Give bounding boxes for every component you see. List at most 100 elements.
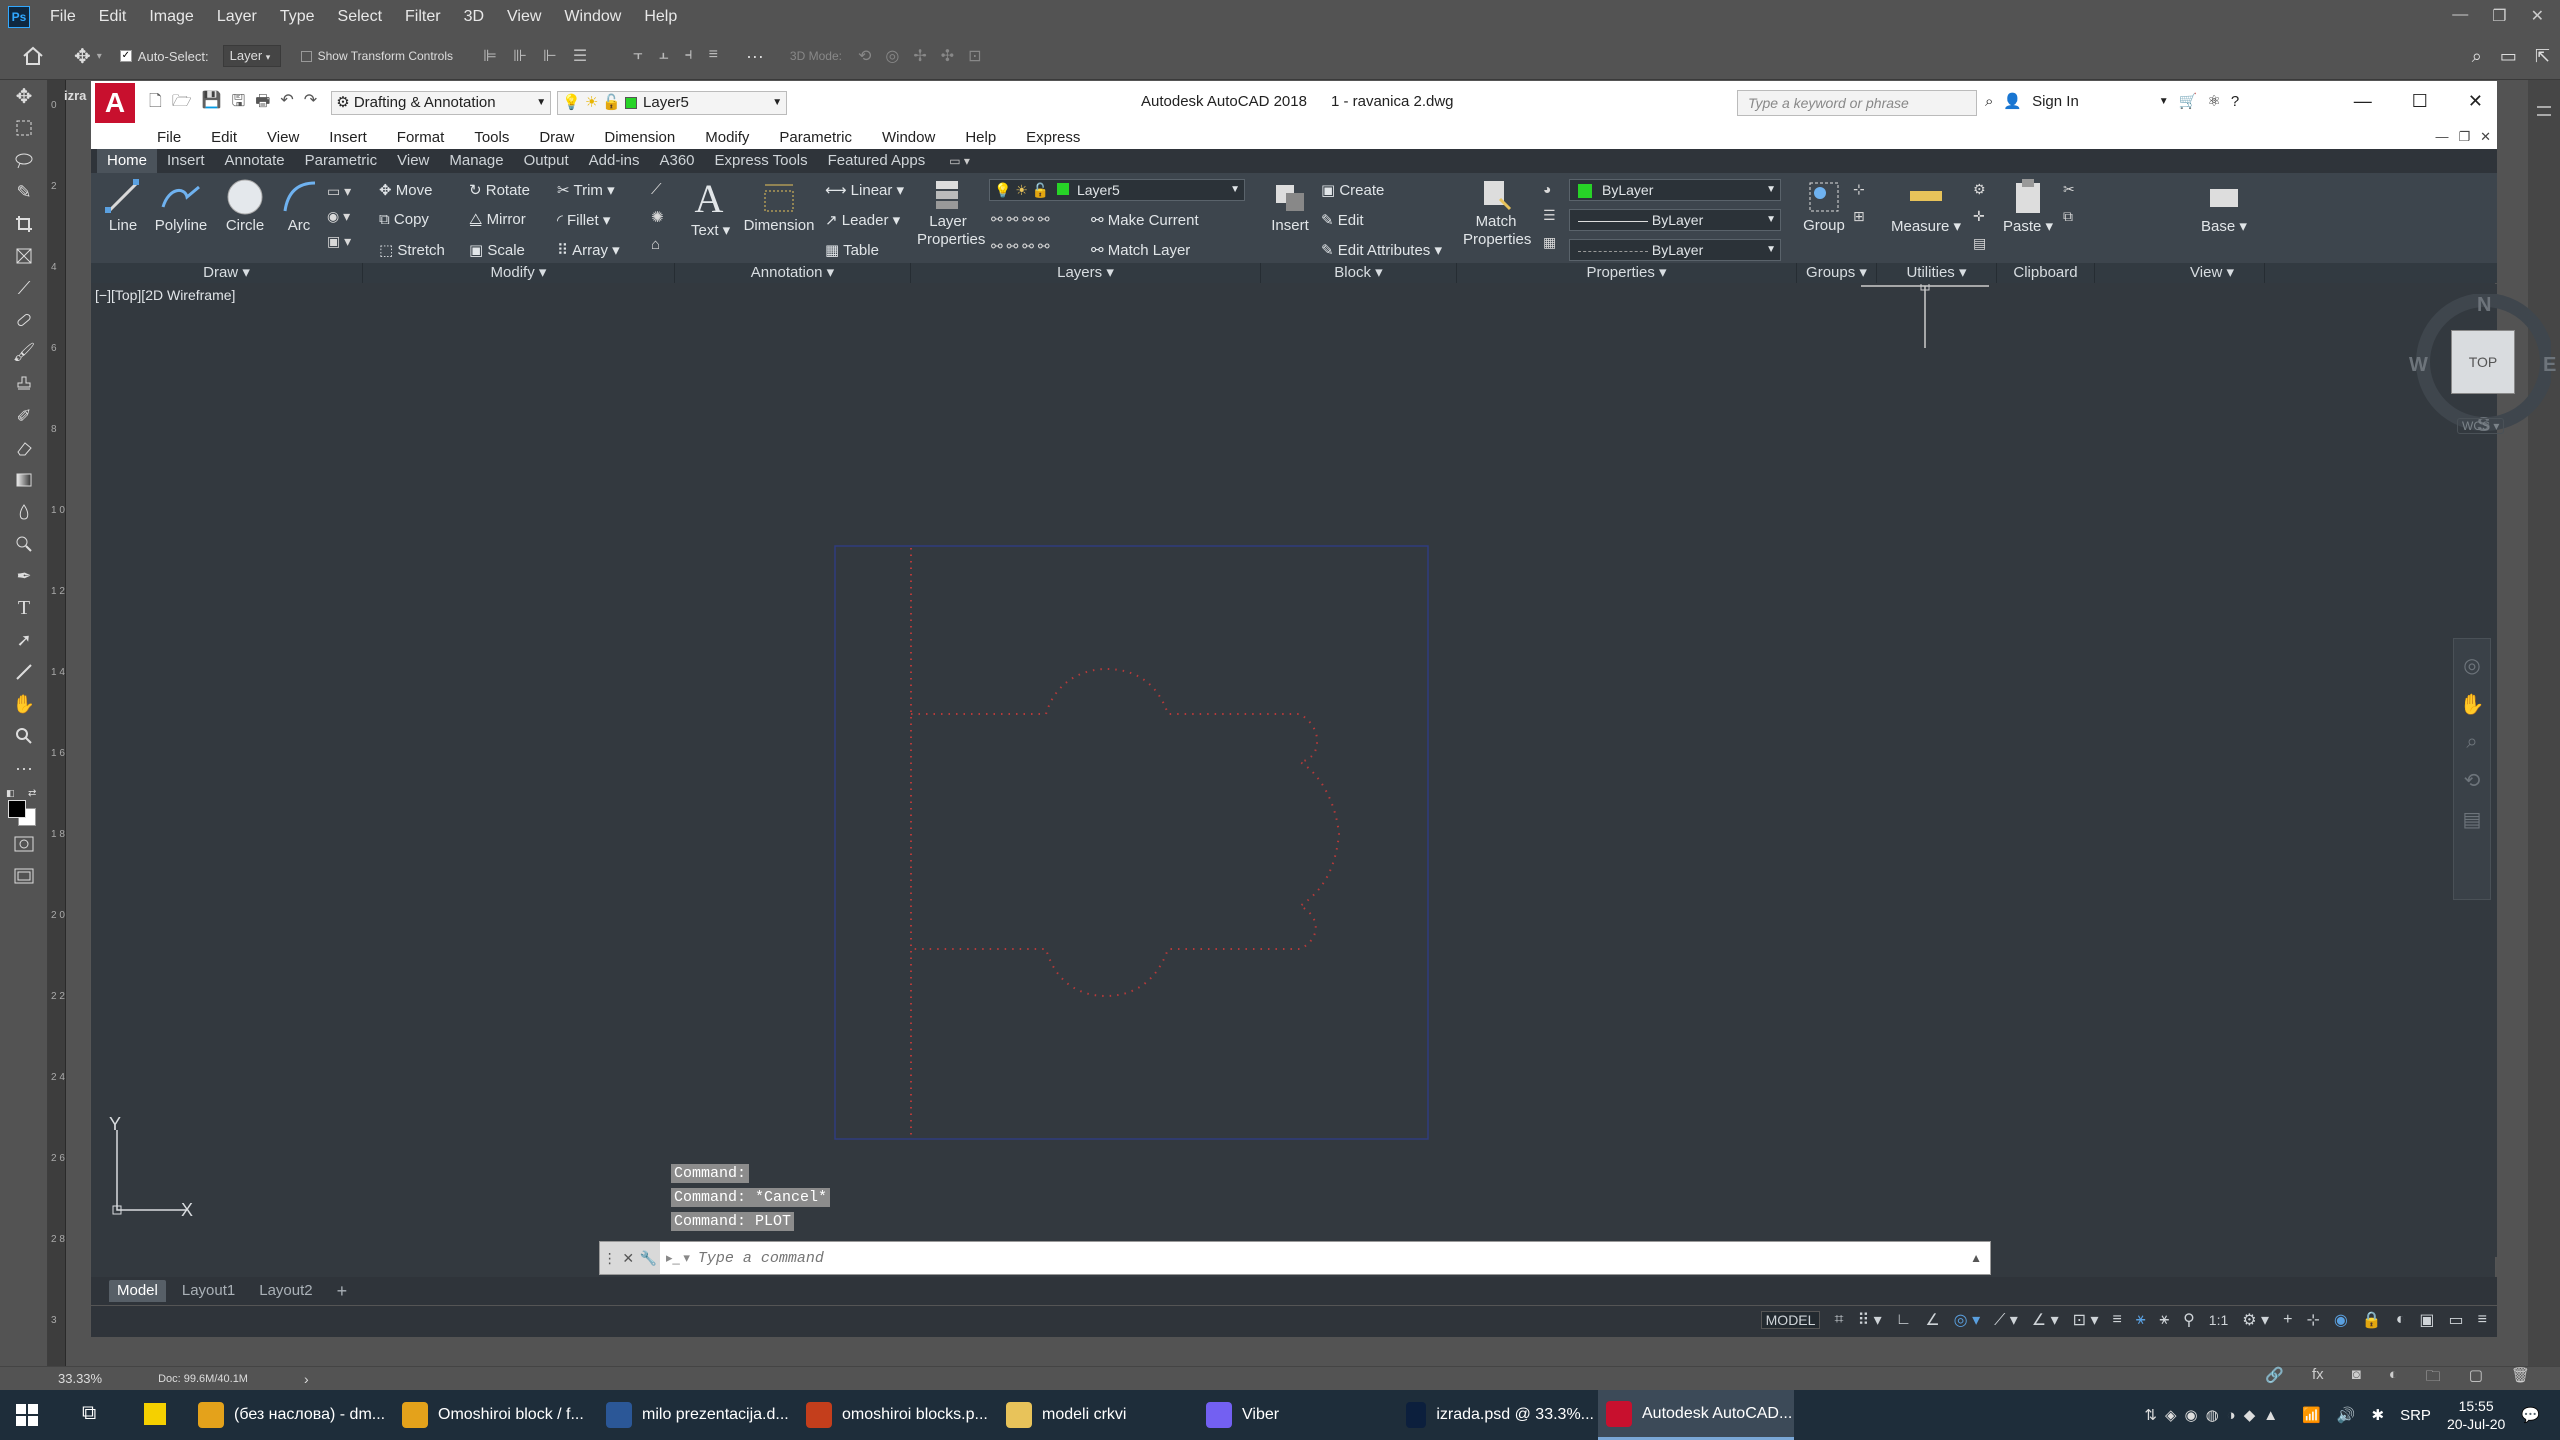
tab-a360[interactable]: A360 <box>649 149 704 173</box>
table-button[interactable]: ▦ Table <box>825 241 879 259</box>
clock[interactable]: 15:55 20-Jul-20 <box>2447 1397 2505 1433</box>
units-icon[interactable]: ⊹ <box>2306 1310 2319 1330</box>
distribute-icon[interactable]: ☰ <box>573 46 587 66</box>
tab-layout2[interactable]: Layout2 <box>251 1280 320 1302</box>
command-history-toggle-icon[interactable]: ▲ <box>1970 1251 1982 1265</box>
viewcube[interactable]: N S W E TOP WCS ▾ <box>2311 294 2556 514</box>
align-left-icon[interactable]: ⊫ <box>483 46 497 66</box>
align-top-icon[interactable]: ⫟ <box>633 46 643 66</box>
tab-insert[interactable]: Insert <box>157 149 215 173</box>
make-current-button[interactable]: ⚯ Make Current <box>1091 211 1199 229</box>
ps-menu-help[interactable]: Help <box>644 8 677 26</box>
ps-menu-filter[interactable]: Filter <box>405 8 441 26</box>
ps-menu-3d[interactable]: 3D <box>464 8 484 26</box>
layer-isolate-icons[interactable]: ⚯ ⚯ ⚯ ⚯ <box>991 211 1050 228</box>
wcs-menu[interactable]: WCS ▾ <box>2457 418 2505 434</box>
array-button[interactable]: ⠿ Array ▾ <box>557 241 620 259</box>
3d-orbit-icon[interactable]: ⟲ <box>858 46 871 66</box>
gradient-icon[interactable] <box>0 464 48 496</box>
base-view-button[interactable]: Base ▾ <box>2201 177 2247 235</box>
path-select-icon[interactable]: ➚ <box>0 624 48 656</box>
grip-icon[interactable]: ⋮ <box>603 1250 617 1267</box>
brush-icon[interactable]: 🖌 <box>0 336 48 368</box>
polyline-button[interactable]: Polyline <box>147 177 215 234</box>
taskbar-app[interactable]: modeli crkvi <box>998 1390 1194 1440</box>
eyedropper-icon[interactable]: ⟋ <box>0 272 48 304</box>
ps-fx-icon[interactable]: fx <box>2312 1366 2324 1391</box>
acad-menu-view[interactable]: View <box>267 129 299 146</box>
offset-icon[interactable]: ⌂ <box>651 236 664 253</box>
notification-icon[interactable]: 💬 <box>2521 1406 2540 1424</box>
3d-slide-icon[interactable]: ✣ <box>941 46 954 66</box>
pan-icon[interactable]: ✋ <box>2460 692 2485 717</box>
command-input[interactable] <box>697 1244 1971 1272</box>
edit-toolbar-icon[interactable]: ··· <box>0 752 48 784</box>
taskbar-app[interactable]: milo prezentacija.d... <box>598 1390 794 1440</box>
close-command-icon[interactable]: ✕ <box>622 1250 634 1267</box>
quick-mask-icon[interactable] <box>0 828 48 860</box>
match-layer-button[interactable]: ⚯ Match Layer <box>1091 241 1190 259</box>
ps-menu-layer[interactable]: Layer <box>217 8 257 26</box>
ortho-icon[interactable]: ∠ <box>1925 1310 1939 1330</box>
add-icon[interactable]: + <box>2283 1311 2292 1329</box>
acad-menu-window[interactable]: Window <box>882 129 935 146</box>
hand-icon[interactable]: ✋ <box>0 688 48 720</box>
new-file-icon[interactable]: 🗋 <box>149 90 162 117</box>
clean-screen-icon[interactable]: ▭ <box>2449 1310 2464 1330</box>
acad-menu-help[interactable]: Help <box>965 129 996 146</box>
explode-icon[interactable]: ✺ <box>651 208 664 226</box>
sign-in-button[interactable]: Sign In <box>2032 93 2079 110</box>
default-colors-icon[interactable]: ◧ <box>6 788 15 799</box>
quick-select-icon-acad[interactable]: ⚙ <box>1973 181 1986 198</box>
customization-icon[interactable]: ≡ <box>2478 1311 2487 1329</box>
acad-menu-file[interactable]: File <box>157 129 181 146</box>
model-space-button[interactable]: MODEL <box>1760 1311 1821 1329</box>
panel-expand-icon[interactable] <box>2537 106 2551 116</box>
block-panel-label[interactable]: Block ▾ <box>1261 263 1457 283</box>
stamp-icon[interactable] <box>0 368 48 400</box>
volume-icon[interactable]: 🔊 <box>2337 1406 2356 1424</box>
viewport-controls-label[interactable]: [−][Top][2D Wireframe] <box>95 287 235 303</box>
tab-manage[interactable]: Manage <box>439 149 513 173</box>
taskbar-app[interactable]: izrada.psd @ 33.3%... <box>1398 1390 1594 1440</box>
share-icon[interactable]: ⇱ <box>2535 46 2550 67</box>
swap-colors-icon[interactable]: ⇄ <box>28 788 36 799</box>
workspace-icon[interactable]: ▭ <box>2500 46 2517 67</box>
move-button[interactable]: ✥ Move <box>379 181 432 199</box>
group-edit-icon[interactable]: ⊞ <box>1853 208 1865 225</box>
linetype-dropdown[interactable]: ByLayer ▼ <box>1569 209 1781 231</box>
acad-close-icon[interactable]: ✕ <box>2468 91 2483 112</box>
ps-menu-image[interactable]: Image <box>149 8 193 26</box>
lineweight-dropdown[interactable]: ByLayer ▼ <box>1569 239 1781 261</box>
groups-panel-label[interactable]: Groups ▾ <box>1797 263 1877 283</box>
quick-select-icon[interactable]: ✎ <box>0 176 48 208</box>
create-block-button[interactable]: ▣ Create <box>1321 181 1384 199</box>
properties-panel-label[interactable]: Properties ▾ <box>1457 263 1797 283</box>
compass-e[interactable]: E <box>2543 354 2556 377</box>
workspace-dropdown[interactable]: ⚙ Drafting & Annotation ▼ <box>331 91 552 115</box>
linear-button[interactable]: ⟷ Linear ▾ <box>825 181 904 199</box>
rectangle-icon[interactable]: ▭ ▾ <box>327 183 351 200</box>
customize-icon[interactable]: 🔧 <box>640 1250 657 1267</box>
copy-clip-icon[interactable]: ⧉ <box>2063 208 2075 225</box>
auto-select-checkbox[interactable]: ✓ <box>119 50 132 62</box>
draw-panel-label[interactable]: Draw ▾ <box>91 263 363 283</box>
taskbar-app[interactable]: Autodesk AutoCAD... <box>1598 1390 1794 1440</box>
tab-featured-apps[interactable]: Featured Apps <box>818 149 936 173</box>
line-icon[interactable] <box>0 656 48 688</box>
tab-add-ins[interactable]: Add-ins <box>579 149 650 173</box>
ps-menu-select[interactable]: Select <box>338 8 382 26</box>
scale-button[interactable]: ▣ Scale <box>469 241 525 259</box>
utilities-panel-label[interactable]: Utilities ▾ <box>1877 263 1997 283</box>
3d-pan-icon[interactable]: ✢ <box>913 46 926 66</box>
more-options-icon[interactable]: ··· <box>746 46 764 67</box>
tab-view[interactable]: View <box>387 149 439 173</box>
annotation-scale-icon[interactable]: ⚲ <box>2183 1310 2195 1330</box>
ps-minimize-icon[interactable]: — <box>2452 6 2468 26</box>
quick-layer-dropdown[interactable]: 💡 ☀ 🔓 Layer5 ▼ <box>557 91 788 115</box>
help-icon[interactable]: ? <box>2231 93 2239 110</box>
ungroup-icon[interactable]: ⊹ <box>1853 181 1865 198</box>
acad-minimize-icon[interactable]: — <box>2354 91 2372 112</box>
tab-layout1[interactable]: Layout1 <box>174 1280 243 1302</box>
binoculars-icon[interactable]: ⌕ <box>1985 93 1993 110</box>
